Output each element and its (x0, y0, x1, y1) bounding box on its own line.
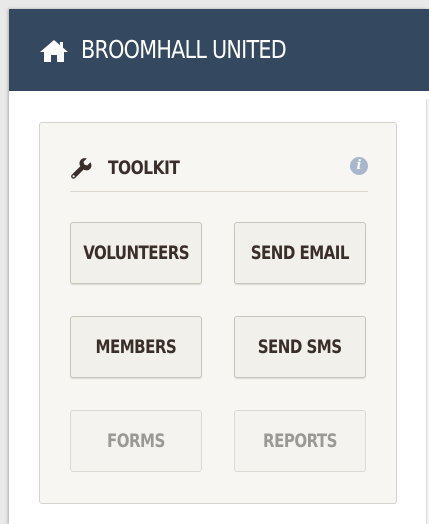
send-sms-button-label: SEND SMS (258, 336, 342, 358)
toolkit-header: TOOLKIT i (70, 157, 368, 192)
send-email-button[interactable]: SEND EMAIL (234, 222, 366, 284)
toolkit-panel: TOOLKIT i VOLUNTEERS SEND EMAIL MEMBERS … (39, 122, 397, 504)
reports-button-label: REPORTS (263, 430, 337, 452)
reports-button[interactable]: REPORTS (234, 410, 366, 472)
send-sms-button[interactable]: SEND SMS (234, 316, 366, 378)
app-window: BROOMHALL UNITED TOOLKIT i VOLUNTEERS SE… (9, 9, 429, 524)
app-title[interactable]: BROOMHALL UNITED (81, 35, 287, 64)
wrench-icon (71, 158, 92, 179)
toolkit-title: TOOLKIT (108, 157, 180, 179)
home-icon[interactable] (39, 39, 69, 63)
info-icon[interactable]: i (350, 157, 368, 175)
volunteers-button[interactable]: VOLUNTEERS (70, 222, 202, 284)
forms-button-label: FORMS (107, 430, 165, 452)
send-email-button-label: SEND EMAIL (250, 242, 350, 264)
members-button-label: MEMBERS (95, 336, 177, 358)
forms-button[interactable]: FORMS (70, 410, 202, 472)
members-button[interactable]: MEMBERS (70, 316, 202, 378)
top-bar: BROOMHALL UNITED (9, 9, 429, 91)
volunteers-button-label: VOLUNTEERS (83, 242, 189, 264)
